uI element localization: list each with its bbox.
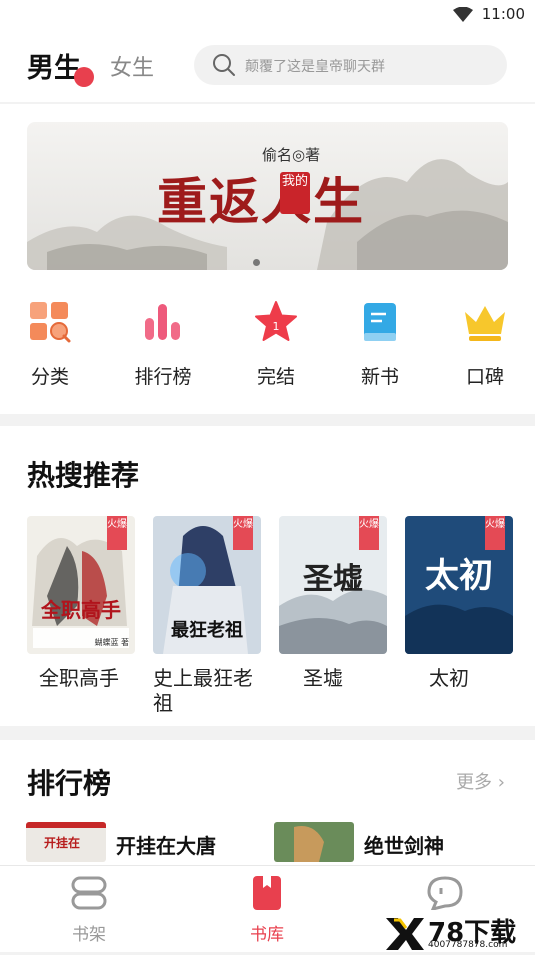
book-title: 圣墟: [303, 666, 343, 690]
category-item-ranking[interactable]: 排行榜: [118, 300, 208, 389]
hot-badge: 火爆: [485, 516, 505, 550]
book-title: 全职高手: [39, 666, 119, 690]
hot-badge: 火爆: [359, 516, 379, 550]
section-title: 排行榜: [27, 767, 112, 800]
tab-female[interactable]: 女生: [110, 50, 154, 82]
book-card[interactable]: 全职高手 蝴蝶蓝 著 火爆 全职高手: [27, 516, 135, 691]
main-panel: 偷名◎著 重返人生 我的 分类 排行榜 1 完结 新书 口碑: [0, 104, 535, 414]
cover-title: 太初: [425, 556, 493, 596]
wifi-icon: [453, 7, 473, 22]
tab-male[interactable]: 男生: [27, 46, 81, 85]
book-card[interactable]: 太初 火爆 太初: [405, 516, 513, 691]
hot-badge: 火爆: [233, 516, 253, 550]
category-label: 新书: [360, 366, 399, 388]
banner-seal: 我的: [280, 172, 310, 214]
chat-bubble-icon: [427, 876, 463, 912]
more-link[interactable]: 更多 ›: [456, 768, 505, 794]
status-time: 11:00: [481, 5, 525, 23]
cover-title: 最狂老祖: [171, 620, 243, 641]
cover-author: 蝴蝶蓝 著: [94, 638, 129, 647]
bookshelf-icon: [71, 876, 107, 910]
rank-thumb: 开挂在: [26, 822, 106, 862]
ranking-section: 排行榜 更多 › 开挂在 开挂在大唐 绝世剑神: [0, 740, 535, 865]
section-title: 热搜推荐: [27, 459, 140, 492]
rank-thumb-text: 开挂在: [44, 836, 81, 850]
search-icon: [213, 54, 235, 76]
category-item-newbook[interactable]: 新书: [335, 300, 425, 389]
book-cover: 太初 火爆: [405, 516, 513, 654]
category-item-finished[interactable]: 1 完结: [231, 300, 321, 389]
cover-title: 全职高手: [41, 598, 121, 622]
rank-title: 绝世剑神: [364, 834, 444, 858]
banner-indicator: [253, 259, 260, 266]
rank-thumb: [274, 822, 354, 862]
book-cover: 最狂老祖 火爆: [153, 516, 261, 654]
category-item-fenlei[interactable]: 分类: [5, 300, 95, 389]
svg-text:1: 1: [273, 320, 280, 333]
banner[interactable]: 偷名◎著 重返人生 我的: [27, 122, 508, 270]
hot-section: 热搜推荐 全职高手 蝴蝶蓝 著 火爆 全职高手 最狂老祖 火爆 史上最狂老祖 圣…: [0, 426, 535, 726]
status-bar: 11:00: [0, 0, 535, 30]
book-cover: 全职高手 蝴蝶蓝 著 火爆: [27, 516, 135, 654]
banner-title: 重返人生: [157, 172, 365, 231]
nav-bookshelf[interactable]: 书架: [44, 876, 134, 945]
category-row: 分类 排行榜 1 完结 新书 口碑: [0, 300, 535, 390]
category-grid-icon: [30, 302, 71, 343]
cover-title: 圣墟: [303, 562, 363, 597]
category-label: 排行榜: [134, 366, 192, 388]
book-card[interactable]: 圣墟 火爆 圣墟: [279, 516, 387, 691]
top-header: 男生 女生 颠覆了这是皇帝聊天群: [0, 30, 535, 102]
nav-library[interactable]: 书库: [222, 876, 312, 945]
chevron-right-icon: ›: [497, 772, 505, 793]
rank-title: 开挂在大唐: [116, 834, 216, 858]
nav-community[interactable]: [400, 876, 490, 914]
library-icon: [253, 876, 281, 910]
book-title: 太初: [429, 666, 469, 690]
category-label: 完结: [256, 366, 295, 388]
watermark-sub: 4007787878.com: [428, 940, 508, 950]
search-bar[interactable]: 颠覆了这是皇帝聊天群: [194, 45, 507, 85]
tab-active-dot: [74, 67, 94, 87]
book-title: 史上最狂老祖: [153, 666, 253, 715]
watermark-logo: 78下载 4007787878.com: [384, 914, 535, 951]
category-label: 口碑: [465, 366, 504, 388]
search-placeholder: 颠覆了这是皇帝聊天群: [245, 59, 385, 75]
new-book-icon: [364, 303, 396, 341]
category-label: 分类: [30, 366, 69, 388]
rank-item[interactable]: 绝世剑神: [274, 822, 514, 862]
more-label: 更多: [456, 772, 493, 793]
book-card[interactable]: 最狂老祖 火爆 史上最狂老祖: [153, 516, 261, 716]
hot-badge: 火爆: [107, 516, 127, 550]
category-item-reputation[interactable]: 口碑: [440, 300, 530, 389]
crown-icon: [465, 306, 505, 341]
nav-label: 书架: [72, 925, 106, 945]
star-icon: 1: [255, 301, 297, 341]
nav-label: 书库: [250, 925, 284, 945]
book-cover: 圣墟 火爆: [279, 516, 387, 654]
ranking-bars-icon: [145, 304, 180, 340]
rank-item[interactable]: 开挂在 开挂在大唐: [26, 822, 256, 862]
